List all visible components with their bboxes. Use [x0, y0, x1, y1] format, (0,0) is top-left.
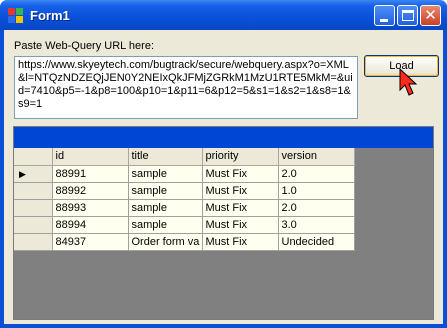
table-row[interactable]: 84937 Order form va Must Fix Undecided	[14, 233, 355, 251]
row-header-corner	[14, 148, 53, 166]
table-row[interactable]: 88993 sample Must Fix 2.0	[14, 199, 355, 217]
maximize-button[interactable]	[397, 5, 418, 26]
mouse-cursor-icon	[399, 68, 418, 96]
row-header[interactable]	[14, 182, 53, 200]
url-label: Paste Web-Query URL here:	[14, 40, 155, 52]
cell-id[interactable]: 84937	[52, 233, 129, 251]
cell-title[interactable]: sample	[128, 182, 203, 200]
cell-title[interactable]: sample	[128, 216, 203, 234]
column-header-title[interactable]: title	[128, 148, 203, 166]
row-header[interactable]: ▶	[14, 165, 53, 183]
url-input[interactable]: https://www.skyeytech.com/bugtrack/secur…	[14, 56, 358, 119]
cell-title[interactable]: sample	[128, 199, 203, 217]
cell-id[interactable]: 88993	[52, 199, 129, 217]
cell-version[interactable]: 1.0	[278, 182, 355, 200]
app-window: Form1 ✕ Paste Web-Query URL here: https:…	[0, 0, 447, 328]
cell-priority[interactable]: Must Fix	[202, 233, 279, 251]
close-icon: ✕	[424, 7, 437, 24]
data-grid[interactable]: id title priority version ▶ 88991 sample…	[13, 126, 434, 320]
cell-priority[interactable]: Must Fix	[202, 182, 279, 200]
title-bar[interactable]: Form1 ✕	[0, 0, 447, 30]
cell-priority[interactable]: Must Fix	[202, 165, 279, 183]
column-header-version[interactable]: version	[278, 148, 355, 166]
column-header-priority[interactable]: priority	[202, 148, 279, 166]
grid-header-row: id title priority version	[14, 148, 355, 166]
cell-version[interactable]: 3.0	[278, 216, 355, 234]
row-header[interactable]	[14, 233, 53, 251]
cell-title[interactable]: sample	[128, 165, 203, 183]
cell-version[interactable]: Undecided	[278, 233, 355, 251]
window-title: Form1	[30, 8, 70, 23]
form-client-area: Paste Web-Query URL here: https://www.sk…	[4, 30, 443, 324]
column-header-id[interactable]: id	[52, 148, 129, 166]
close-button[interactable]: ✕	[420, 5, 441, 26]
cell-priority[interactable]: Must Fix	[202, 199, 279, 217]
cell-version[interactable]: 2.0	[278, 199, 355, 217]
minimize-icon	[380, 19, 388, 22]
cell-id[interactable]: 88994	[52, 216, 129, 234]
cell-priority[interactable]: Must Fix	[202, 216, 279, 234]
row-header[interactable]	[14, 199, 53, 217]
table-row[interactable]: 88992 sample Must Fix 1.0	[14, 182, 355, 200]
cell-id[interactable]: 88992	[52, 182, 129, 200]
minimize-button[interactable]	[374, 5, 395, 26]
grid-caption-bar	[14, 127, 433, 148]
grid-table: id title priority version ▶ 88991 sample…	[14, 148, 355, 251]
cell-version[interactable]: 2.0	[278, 165, 355, 183]
table-row[interactable]: 88994 sample Must Fix 3.0	[14, 216, 355, 234]
cell-id[interactable]: 88991	[52, 165, 129, 183]
maximize-icon	[402, 10, 414, 21]
cell-title[interactable]: Order form va	[128, 233, 203, 251]
table-row[interactable]: ▶ 88991 sample Must Fix 2.0	[14, 165, 355, 183]
row-header[interactable]	[14, 216, 53, 234]
current-row-icon: ▶	[19, 168, 26, 179]
app-icon	[8, 8, 24, 24]
